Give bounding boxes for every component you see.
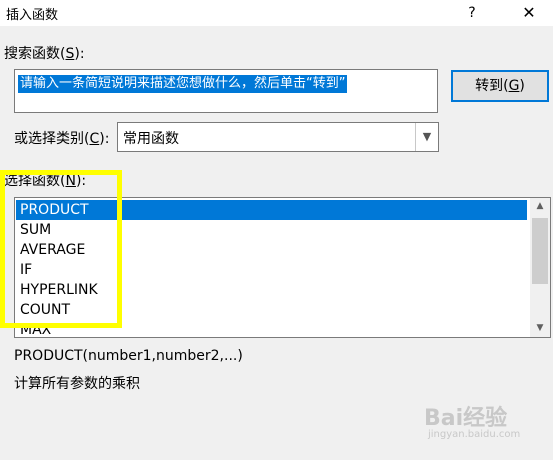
close-button[interactable]: ✕ (514, 2, 544, 24)
yellow-highlight-box (0, 170, 122, 328)
function-signature: PRODUCT(number1,number2,...) (14, 348, 243, 364)
watermark-url: jingyan.baidu.com (428, 429, 521, 440)
help-button[interactable]: ? (458, 2, 486, 24)
list-scrollbar[interactable]: ▲ ▼ (530, 198, 550, 337)
search-input[interactable]: 请输入一条简短说明来描述您想做什么，然后单击“转到” (14, 69, 438, 113)
baidu-watermark: Bai经验 jingyan.baidu.com (424, 400, 549, 450)
category-selected-value: 常用函数 (123, 131, 179, 147)
search-input-text: 请输入一条简短说明来描述您想做什么，然后单击“转到” (18, 75, 348, 93)
goto-button[interactable]: 转到(G) (451, 70, 549, 102)
scroll-thumb[interactable] (532, 218, 548, 284)
scroll-down-icon[interactable]: ▼ (530, 320, 550, 337)
watermark-logo-text: Bai经验 (424, 406, 508, 431)
title-bar: 插入函数 ? ✕ (0, 0, 553, 26)
dialog-title: 插入函数 (6, 8, 59, 23)
chevron-down-icon[interactable]: ▼ (415, 123, 438, 151)
category-label: 或选择类别(C): (14, 131, 110, 147)
category-select[interactable]: 常用函数 ▼ (117, 122, 439, 152)
scroll-up-icon[interactable]: ▲ (530, 198, 550, 215)
search-label: 搜索函数(S): (4, 46, 85, 62)
function-description: 计算所有参数的乘积 (14, 376, 140, 392)
